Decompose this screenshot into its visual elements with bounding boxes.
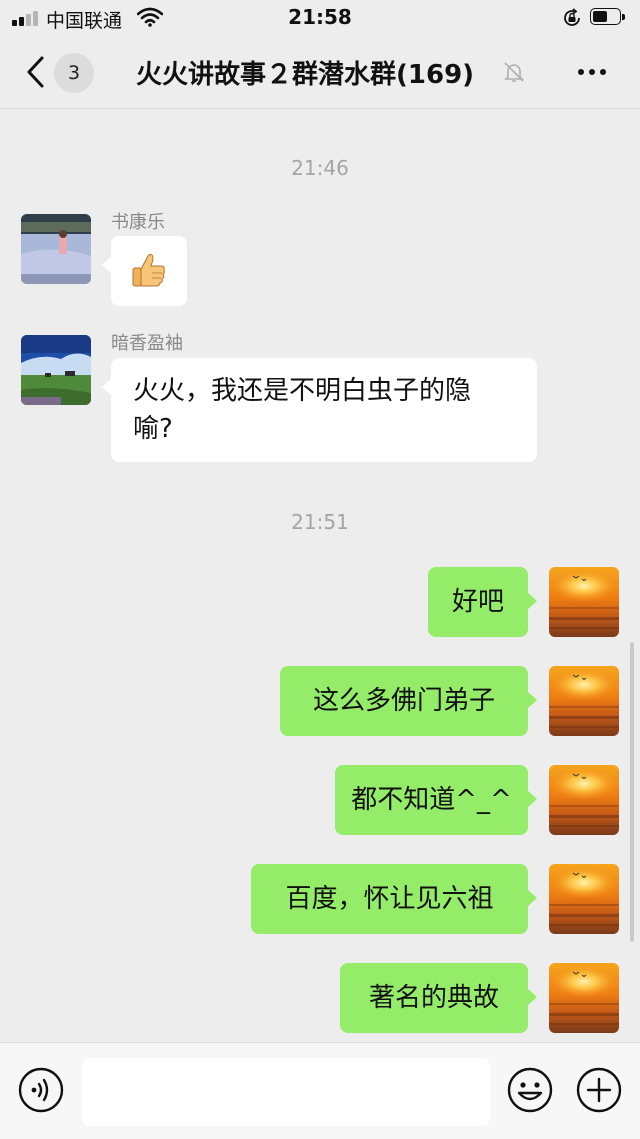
- sender-name: 暗香盈袖: [111, 333, 183, 354]
- more-icon[interactable]: [572, 62, 612, 82]
- timestamp: 21:46: [291, 156, 349, 180]
- message-input[interactable]: [82, 1058, 490, 1126]
- message-bubble-outgoing[interactable]: 这么多佛门弟子: [280, 666, 537, 736]
- timestamp: 21:51: [291, 510, 349, 534]
- grassland-photo-avatar[interactable]: [21, 335, 91, 405]
- sunset-photo-avatar[interactable]: [549, 963, 619, 1033]
- message-bubble-outgoing[interactable]: 著名的典故: [340, 963, 537, 1033]
- message-text: 著名的典故: [368, 983, 499, 1013]
- battery-icon: [590, 8, 628, 27]
- chat-title: 火火讲故事２群潜水群(169): [136, 60, 475, 90]
- mute-bell-icon: [504, 62, 524, 82]
- sunset-photo-avatar[interactable]: [549, 666, 619, 736]
- waterside-photo-avatar[interactable]: [21, 214, 91, 284]
- message-text: 百度，怀让见六祖: [285, 884, 494, 914]
- message-text: 这么多佛门弟子: [312, 686, 495, 716]
- sender-name: 书康乐: [111, 212, 165, 233]
- orientation-lock-icon: [564, 8, 580, 26]
- message-bubble-outgoing[interactable]: 百度，怀让见六祖: [251, 864, 537, 934]
- message-list[interactable]: 21:46 书康乐 暗香盈袖 火火，我还是不明白虫子的隐 喻? 21:51 好吧…: [0, 109, 640, 1042]
- emoji-icon[interactable]: [507, 1067, 553, 1113]
- back-chevron-icon[interactable]: [22, 54, 56, 90]
- input-bar: [0, 1042, 640, 1139]
- chat-header: 3 火火讲故事２群潜水群(169): [0, 36, 640, 109]
- message-text: 好吧: [451, 587, 504, 617]
- message-text: 喻?: [133, 414, 173, 444]
- plus-icon[interactable]: [576, 1067, 622, 1113]
- message-bubble-outgoing[interactable]: 都不知道^_^: [335, 765, 537, 835]
- thumbs-up-emoji: [132, 253, 165, 287]
- voice-input-icon[interactable]: [18, 1067, 64, 1113]
- scrollbar[interactable]: [630, 642, 634, 942]
- unread-count-badge[interactable]: 3: [54, 53, 94, 93]
- message-text: 火火，我还是不明白虫子的隐: [133, 376, 472, 406]
- message-bubble-outgoing[interactable]: 好吧: [428, 567, 537, 637]
- status-time: 21:58: [288, 5, 352, 29]
- sunset-photo-avatar[interactable]: [549, 567, 619, 637]
- message-bubble-incoming[interactable]: 火火，我还是不明白虫子的隐 喻?: [102, 358, 537, 462]
- sunset-photo-avatar[interactable]: [549, 765, 619, 835]
- message-text: 都不知道^_^: [351, 785, 512, 815]
- status-bar: 中国联通 21:58: [0, 0, 640, 36]
- message-bubble-incoming[interactable]: [102, 236, 187, 306]
- sunset-photo-avatar[interactable]: [549, 864, 619, 934]
